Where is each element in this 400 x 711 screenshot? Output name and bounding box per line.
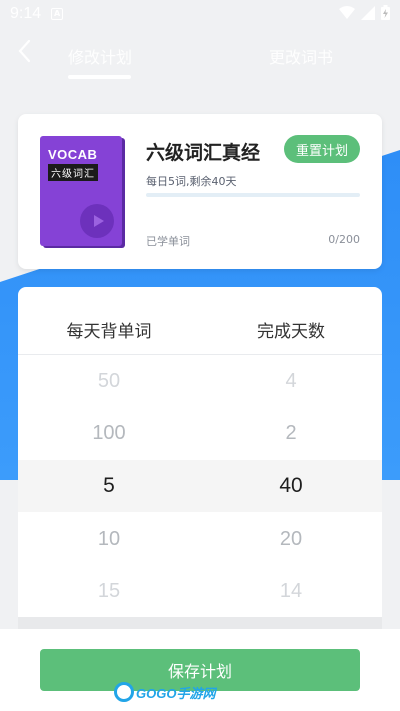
bottom-bar: 保存计划 GOGO手游网: [0, 629, 400, 711]
cover-title: VOCAB: [48, 147, 98, 162]
watermark-text: GOGO手游网: [136, 685, 216, 701]
play-icon: [80, 204, 114, 238]
days-option-selected[interactable]: 40: [200, 460, 382, 512]
plan-description: 每日5词,剩余40天: [146, 175, 237, 188]
days-option[interactable]: 4: [200, 355, 382, 407]
watermark-circle-icon: [114, 682, 134, 702]
progress-bar: [146, 193, 360, 197]
picker-header: 每天背单词 完成天数: [18, 287, 382, 355]
book-name: 六级词汇真经: [146, 142, 261, 164]
notification-a-icon: A: [51, 8, 64, 20]
picker-row[interactable]: 100 2: [18, 407, 382, 459]
battery-icon: [381, 5, 390, 20]
days-option[interactable]: 14: [200, 565, 382, 617]
learned-words-label: 已学单词: [146, 235, 190, 248]
status-bar: 9:14 A: [0, 0, 400, 28]
wifi-icon: [339, 5, 355, 19]
cover-subtitle: 六级词汇: [48, 164, 98, 181]
tab-modify-plan[interactable]: 修改计划: [68, 44, 132, 68]
book-card: VOCAB 六级词汇 六级词汇真经 重置计划 每日5词,剩余40天 已学单词 0…: [18, 114, 382, 269]
words-option[interactable]: 15: [18, 565, 200, 617]
learned-words-count: 0/200: [328, 233, 360, 246]
signal-icon: [361, 5, 375, 20]
book-cover: VOCAB 六级词汇: [40, 136, 122, 246]
words-option-selected[interactable]: 5: [18, 460, 200, 512]
picker-row-selected[interactable]: 5 40: [18, 460, 382, 512]
watermark-logo: GOGO手游网: [114, 680, 215, 704]
days-option[interactable]: 2: [200, 407, 382, 459]
status-time: 9:14: [10, 5, 42, 22]
picker-row[interactable]: 15 14: [18, 565, 382, 617]
back-arrow-icon[interactable]: [14, 36, 36, 66]
picker-row[interactable]: 10 20: [18, 513, 382, 565]
active-tab-indicator: [68, 75, 131, 79]
days-to-finish-title: 完成天数: [257, 322, 325, 342]
days-option[interactable]: 20: [200, 513, 382, 565]
reset-plan-button[interactable]: 重置计划: [284, 135, 360, 163]
header: 修改计划 更改词书: [0, 28, 400, 82]
tab-change-book[interactable]: 更改词书: [269, 44, 333, 68]
words-option[interactable]: 10: [18, 513, 200, 565]
words-per-day-title: 每天背单词: [66, 322, 152, 342]
words-option[interactable]: 50: [18, 355, 200, 407]
words-option[interactable]: 100: [18, 407, 200, 459]
picker-row[interactable]: 50 4: [18, 355, 382, 407]
